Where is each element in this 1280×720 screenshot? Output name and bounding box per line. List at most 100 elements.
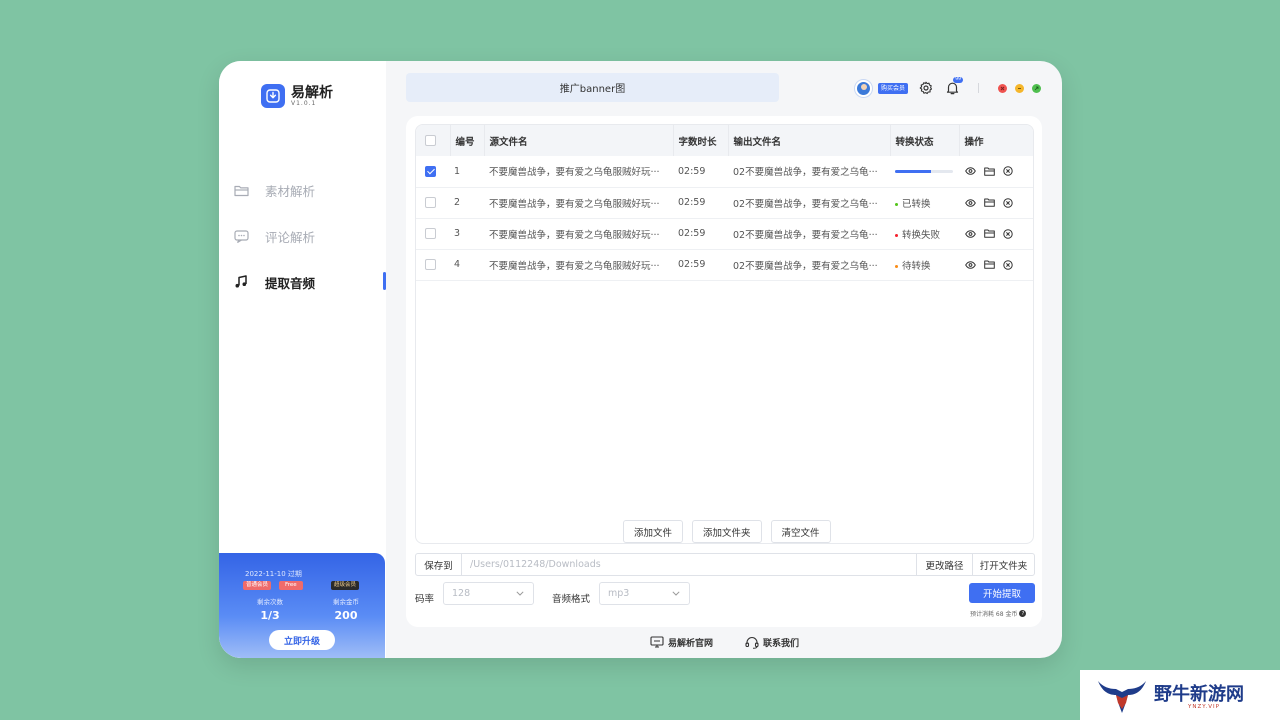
start-extract-button[interactable]: 开始提取 [969, 583, 1035, 603]
row-checkbox[interactable] [425, 228, 436, 239]
clear-files-button[interactable]: 清空文件 [770, 520, 831, 543]
close-window-button[interactable] [998, 83, 1008, 93]
delete-icon[interactable] [1002, 259, 1014, 271]
add-file-button[interactable]: 添加文件 [623, 520, 684, 543]
column-header: 编号 [450, 125, 485, 156]
promo-banner[interactable]: 推广banner图 [406, 73, 779, 102]
output-filename: 02不要魔兽战争，要有爱之乌龟··· [728, 249, 890, 281]
bull-logo-icon [1096, 675, 1148, 715]
sidebar-item-label: 评论解析 [265, 229, 316, 245]
status-cell [890, 156, 959, 188]
folder-open-icon[interactable] [983, 259, 995, 271]
sidebar-item-comment[interactable]: 评论解析 [219, 224, 386, 248]
bitrate-value: 128 [452, 588, 471, 599]
row-id: 3 [450, 218, 484, 250]
select-all-header[interactable] [416, 125, 451, 156]
change-path-button[interactable]: 更改路径 [916, 554, 972, 575]
bell-icon[interactable]: 99 [944, 77, 964, 96]
member-expire-date: 2022-11-10 过期 [245, 570, 302, 578]
delete-icon[interactable] [1002, 165, 1014, 177]
chevron-down-icon [516, 591, 524, 596]
status-dot [895, 202, 898, 206]
folder-open-icon[interactable] [983, 228, 995, 240]
eye-icon[interactable] [964, 259, 976, 271]
save-path-input[interactable] [462, 554, 916, 575]
app-version: V1.0.1 [291, 99, 317, 107]
help-icon[interactable]: ? [1019, 610, 1027, 617]
table-row[interactable]: 2 不要魔兽战争，要有爱之乌龟服贼好玩··· 02:59 02不要魔兽战争，要有… [416, 187, 1033, 219]
eye-icon[interactable] [964, 197, 976, 209]
maximize-icon [1034, 86, 1039, 90]
row-checkbox[interactable] [425, 259, 436, 270]
bitrate-select[interactable]: 128 [443, 582, 534, 605]
folder-open-icon[interactable] [983, 165, 995, 177]
column-header: 输出文件名 [728, 125, 891, 156]
remaining-coins-value: 200 [334, 609, 358, 622]
avatar[interactable] [855, 79, 872, 97]
delete-icon[interactable] [1002, 197, 1014, 209]
select-all-checkbox[interactable] [425, 135, 436, 146]
music-note-icon [232, 273, 250, 291]
folder-open-icon[interactable] [983, 197, 995, 209]
gear-icon[interactable] [918, 80, 934, 96]
footer-links: 易解析官网 联系我们 [650, 635, 799, 649]
watermark: 野牛新游网 YNZY.VIP [1080, 670, 1280, 720]
table-row[interactable]: 4 不要魔兽战争，要有爱之乌龟服贼好玩··· 02:59 02不要魔兽战争，要有… [416, 249, 1033, 281]
status-cell: 待转换 [890, 249, 959, 281]
output-filename: 02不要魔兽战争，要有爱之乌龟··· [728, 218, 890, 250]
status-cell: 转换失败 [890, 218, 959, 250]
sidebar-item-label: 提取音频 [265, 275, 316, 291]
watermark-text: 野牛新游网 [1154, 684, 1244, 705]
active-indicator [383, 272, 386, 290]
column-header: 字数时长 [673, 125, 729, 156]
member-card: 2022-11-10 过期 普通会员 Free 超级会员 剩余次数 1/3 剩余… [219, 553, 385, 658]
eye-icon[interactable] [964, 228, 976, 240]
buy-member-button[interactable]: 购买会员 [878, 82, 909, 94]
top-toolbar: 购买会员 99 [855, 77, 1042, 98]
row-actions [959, 249, 1033, 281]
file-table-container: 编号 源文件名 字数时长 输出文件名 转换状态 操作 1 不要魔兽战争，要有爱之… [415, 124, 1034, 544]
open-folder-button[interactable]: 打开文件夹 [972, 554, 1034, 575]
bitrate-label: 码率 [415, 594, 435, 605]
output-filename: 02不要魔兽战争，要有爱之乌龟··· [728, 156, 890, 188]
delete-icon[interactable] [1002, 228, 1014, 240]
remaining-times-value: 1/3 [260, 609, 280, 622]
sidebar-item-label: 素材解析 [265, 183, 316, 199]
row-checkbox[interactable] [425, 165, 436, 177]
website-link[interactable]: 易解析官网 [650, 635, 713, 649]
status-text: 转换失败 [902, 229, 941, 241]
table-row[interactable]: 3 不要魔兽战争，要有爱之乌龟服贼好玩··· 02:59 02不要魔兽战争，要有… [416, 218, 1033, 250]
row-id: 1 [450, 156, 484, 188]
monitor-icon [650, 635, 664, 649]
divider [978, 83, 980, 93]
minimize-window-button[interactable] [1015, 83, 1025, 93]
column-header: 源文件名 [484, 125, 674, 156]
remaining-coins-label: 剩余金币 [333, 598, 359, 606]
website-label: 易解析官网 [668, 638, 714, 649]
row-actions [959, 187, 1033, 219]
row-actions [959, 156, 1033, 188]
row-checkbox[interactable] [425, 197, 436, 208]
eye-icon[interactable] [964, 165, 976, 177]
maximize-window-button[interactable] [1032, 83, 1042, 93]
conversion-progress-bar [895, 169, 953, 173]
sidebar-item-extract-audio[interactable]: 提取音频 [219, 270, 386, 294]
sidebar: 易解析 V1.0.1 素材解析 评论解析 提取音频 2022-11-10 过期 [219, 61, 386, 658]
app-window: 易解析 V1.0.1 素材解析 评论解析 提取音频 2022-11-10 过期 [219, 61, 1062, 658]
duration: 02:59 [673, 187, 728, 219]
app-name: 易解析 [291, 84, 333, 101]
format-select[interactable]: mp3 [599, 582, 690, 605]
chevron-down-icon [672, 591, 680, 596]
progress-fill [895, 169, 931, 173]
sidebar-item-material[interactable]: 素材解析 [219, 178, 386, 202]
row-actions [959, 218, 1033, 250]
badge-super-member: 超级会员 [331, 581, 360, 590]
contact-link[interactable]: 联系我们 [745, 635, 799, 649]
save-path-row: 保存到 更改路径 打开文件夹 [415, 553, 1035, 576]
table-row[interactable]: 1 不要魔兽战争，要有爱之乌龟服贼好玩··· 02:59 02不要魔兽战争，要有… [416, 156, 1033, 188]
duration: 02:59 [673, 156, 728, 188]
column-header: 转换状态 [890, 125, 960, 156]
source-filename: 不要魔兽战争，要有爱之乌龟服贼好玩··· [484, 218, 673, 250]
add-folder-button[interactable]: 添加文件夹 [692, 520, 762, 543]
upgrade-button[interactable]: 立即升级 [269, 630, 335, 650]
